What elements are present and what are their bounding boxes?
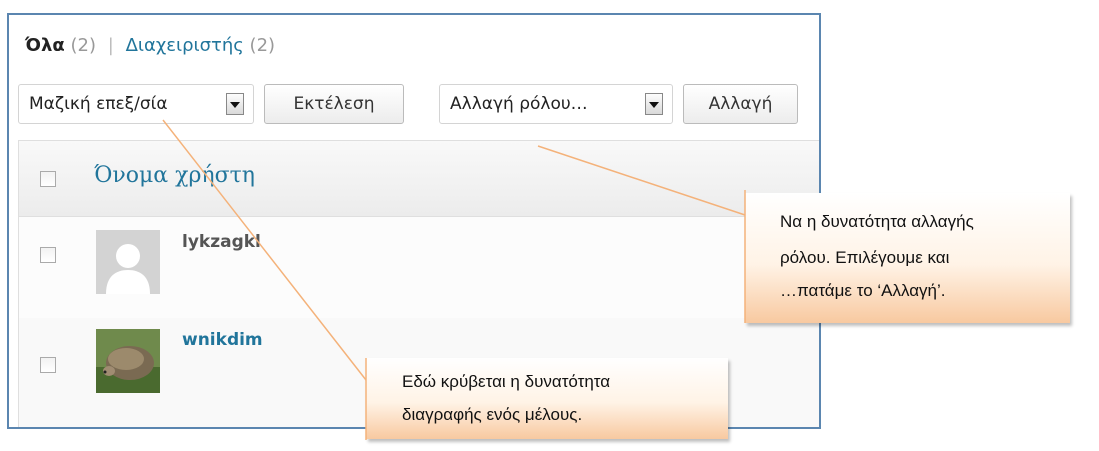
callout-leader-lines — [162, 119, 746, 440]
